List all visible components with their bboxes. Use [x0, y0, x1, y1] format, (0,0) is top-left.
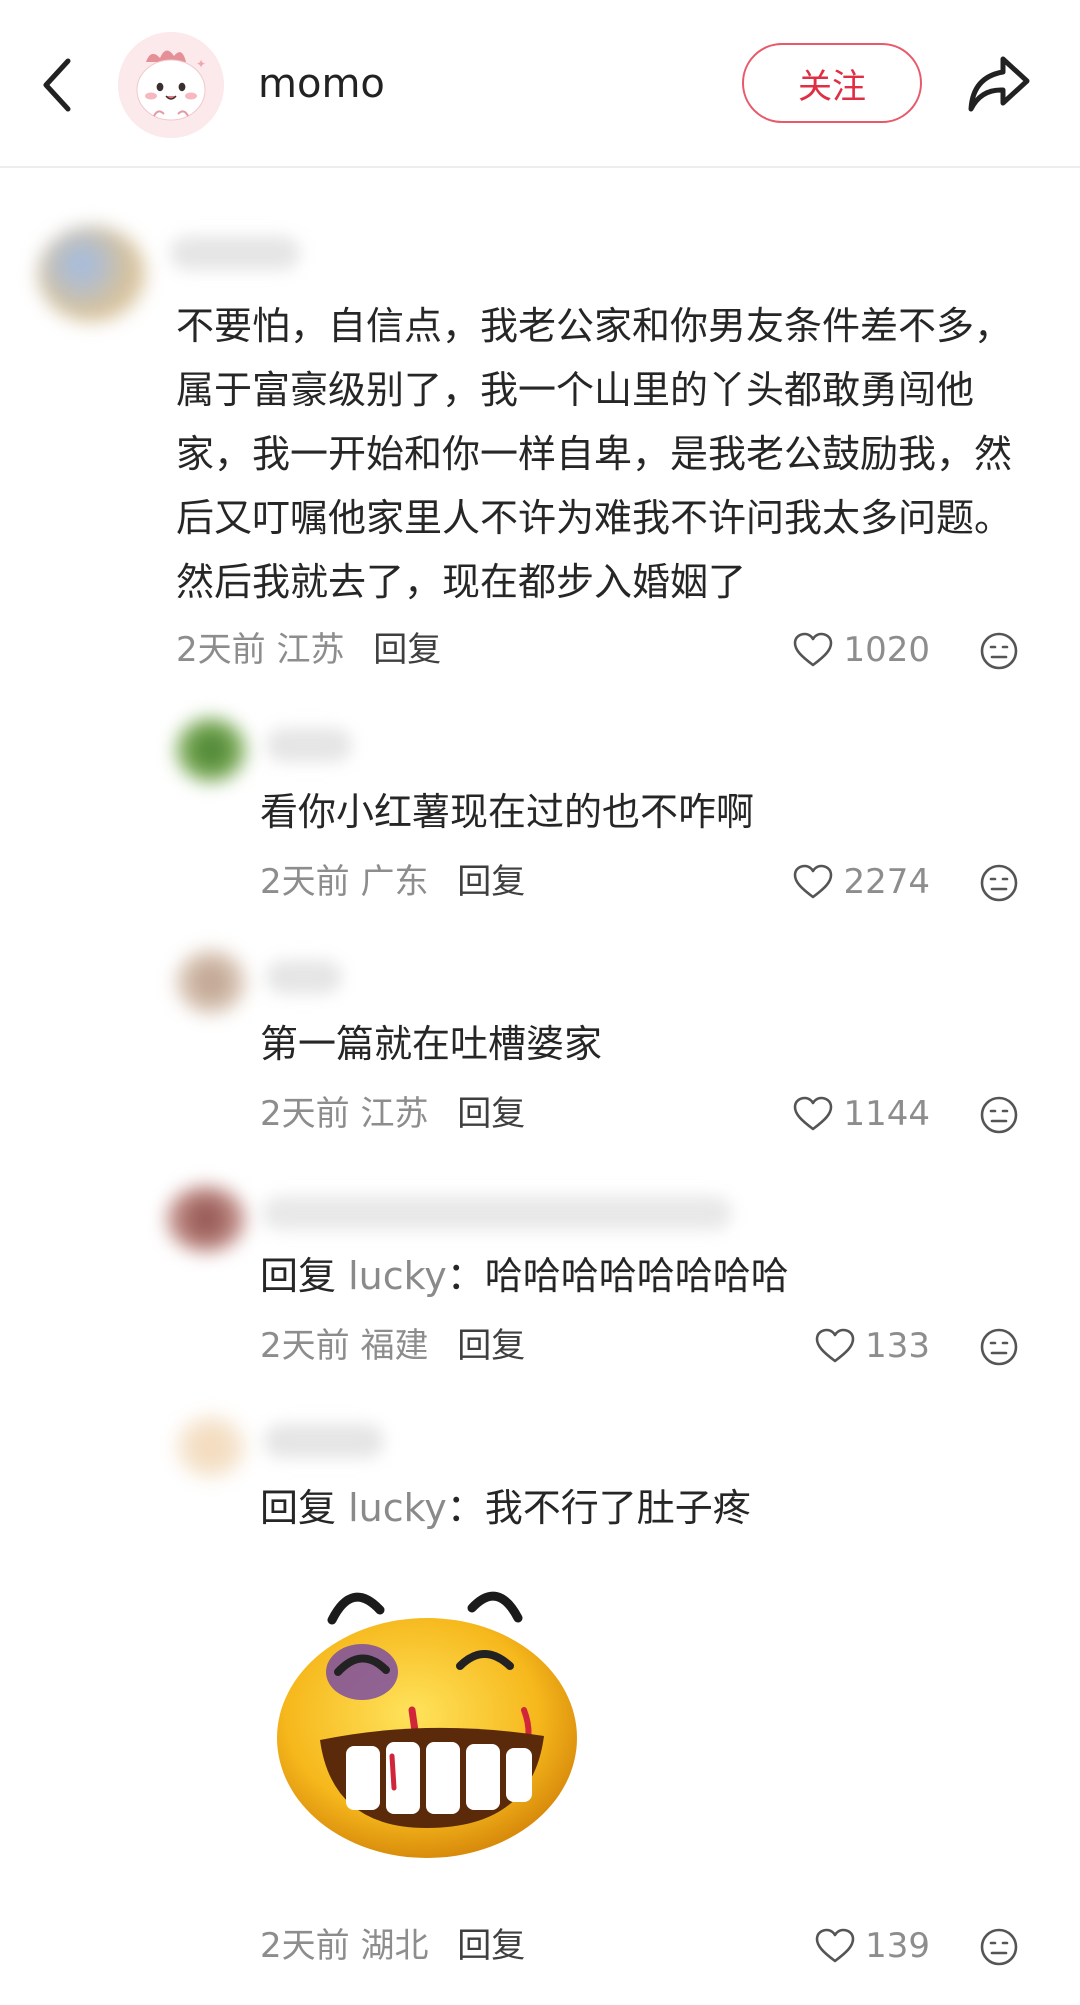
comment-text: 不要怕，自信点，我老公家和你男友条件差不多，属于富豪级别了，我一个山里的丫头都敢…	[176, 304, 1013, 604]
comment-time: 2天前	[260, 1094, 350, 1134]
like-button[interactable]: 133	[815, 1324, 930, 1368]
comment-meta: 2天前 广东 回复	[260, 860, 525, 904]
heart-icon	[793, 1096, 833, 1132]
share-icon[interactable]	[958, 46, 1038, 122]
like-button[interactable]: 1020	[793, 628, 930, 672]
commenter-name[interactable]	[170, 236, 300, 270]
emoji-reaction-icon[interactable]	[978, 1094, 1020, 1136]
comment-time: 2天前	[176, 630, 266, 670]
back-arrow-icon[interactable]	[30, 50, 86, 120]
author-avatar[interactable]: ✦	[118, 32, 224, 138]
svg-text:✦: ✦	[196, 57, 206, 71]
reply-button[interactable]: 回复	[457, 862, 525, 902]
commenter-name[interactable]	[266, 728, 352, 762]
reply-button[interactable]: 回复	[457, 1926, 525, 1966]
like-count: 1144	[843, 1094, 930, 1134]
emoji-reaction-icon[interactable]	[978, 1926, 1020, 1968]
reply-target-user[interactable]: lucky	[348, 1254, 447, 1298]
reply-prefix: 回复	[260, 1486, 337, 1530]
like-button[interactable]: 2274	[793, 860, 930, 904]
heart-icon	[793, 632, 833, 668]
comment-location: 江苏	[276, 630, 345, 670]
comment-meta: 2天前 湖北 回复	[260, 1924, 525, 1968]
heart-icon	[815, 1328, 855, 1364]
comment-meta: 2天前 江苏 回复	[260, 1092, 525, 1136]
reply-button[interactable]: 回复	[457, 1326, 525, 1366]
commenter-avatar[interactable]	[38, 226, 146, 322]
like-count: 2274	[843, 862, 930, 902]
comment-location: 福建	[360, 1326, 429, 1366]
emoji-reaction-icon[interactable]	[978, 630, 1020, 672]
like-count: 1020	[843, 630, 930, 670]
emoji-reaction-icon[interactable]	[978, 1326, 1020, 1368]
reply-target-user[interactable]: lucky	[348, 1486, 447, 1530]
comment-text: 回复 lucky：哈哈哈哈哈哈哈哈	[260, 1244, 1040, 1308]
commenter-name[interactable]	[262, 1196, 732, 1230]
commenter-avatar[interactable]	[176, 718, 246, 782]
comment-time: 2天前	[260, 1926, 350, 1966]
follow-button[interactable]: 关注	[742, 43, 922, 123]
comment-location: 江苏	[360, 1094, 429, 1134]
like-button[interactable]: 139	[815, 1924, 930, 1968]
reply-prefix: 回复	[260, 1254, 337, 1298]
commenter-avatar[interactable]	[176, 1416, 246, 1478]
comment-meta: 2天前 江苏 回复	[176, 628, 441, 672]
like-button[interactable]: 1144	[793, 1092, 930, 1136]
commenter-avatar[interactable]	[176, 950, 246, 1014]
reply-body: ：我不行了肚子疼	[446, 1486, 751, 1530]
comment-location: 湖北	[360, 1926, 429, 1966]
comment-time: 2天前	[260, 1326, 350, 1366]
commenter-name[interactable]	[264, 1424, 384, 1458]
laughing-bruised-face-sticker[interactable]	[262, 1560, 602, 1880]
comment-text: 第一篇就在吐槽婆家	[260, 1022, 603, 1066]
comment-text: 看你小红薯现在过的也不咋啊	[260, 790, 755, 834]
reply-body: ：哈哈哈哈哈哈哈哈	[446, 1254, 789, 1298]
comment-time: 2天前	[260, 862, 350, 902]
commenter-avatar[interactable]	[166, 1186, 246, 1252]
commenter-name[interactable]	[266, 960, 342, 994]
heart-icon	[793, 864, 833, 900]
comment-text: 回复 lucky：我不行了肚子疼	[260, 1476, 1040, 1540]
author-username[interactable]: momo	[258, 60, 385, 108]
comment-location: 广东	[360, 862, 429, 902]
reply-button[interactable]: 回复	[373, 630, 441, 670]
heart-icon	[815, 1928, 855, 1964]
like-count: 139	[865, 1926, 930, 1966]
like-count: 133	[865, 1326, 930, 1366]
reply-button[interactable]: 回复	[457, 1094, 525, 1134]
emoji-reaction-icon[interactable]	[978, 862, 1020, 904]
top-bar: ✦ momo 关注	[0, 0, 1080, 168]
comment-meta: 2天前 福建 回复	[260, 1324, 525, 1368]
